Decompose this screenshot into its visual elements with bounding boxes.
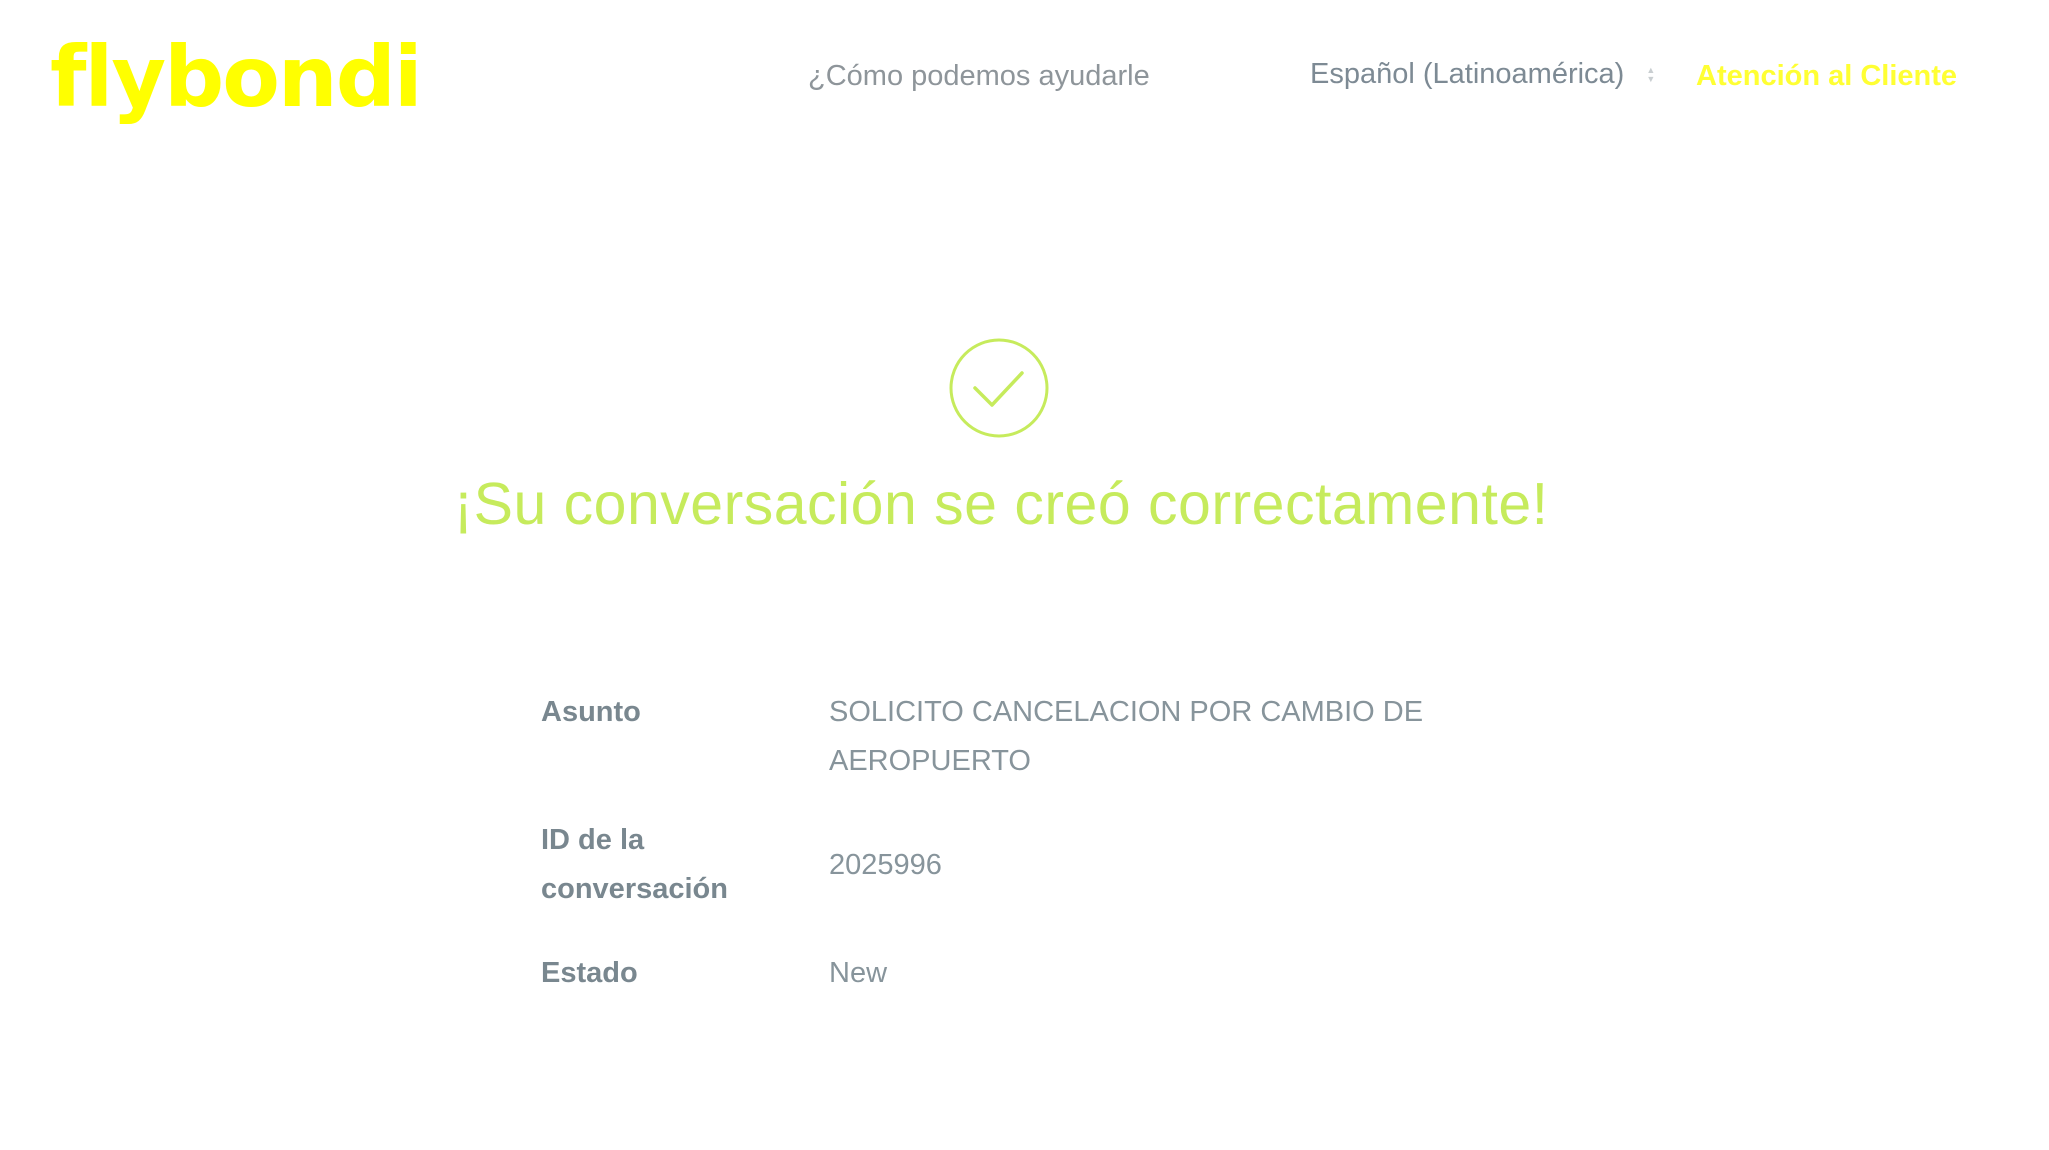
customer-support-link[interactable]: Atención al Cliente — [1696, 60, 1957, 93]
sort-arrows-icon: ▲ ▼ — [1646, 64, 1656, 84]
detail-row-id: ID de la conversación 2025996 — [541, 816, 1491, 949]
detail-row-subject: Asunto SOLICITO CANCELACION POR CAMBIO D… — [541, 688, 1491, 816]
help-link[interactable]: ¿Cómo podemos ayudarle — [808, 60, 1150, 93]
conversation-id-value: 2025996 — [829, 849, 942, 881]
conversation-details: Asunto SOLICITO CANCELACION POR CAMBIO D… — [541, 688, 1491, 1009]
site-header: flybondi ¿Cómo podemos ayudarle Español … — [0, 0, 2049, 160]
conversation-id-label: ID de la conversación — [541, 824, 728, 905]
subject-label: Asunto — [541, 696, 641, 728]
success-title: ¡Su conversación se creó correctamente! — [453, 471, 1549, 537]
language-select[interactable]: Español (Latinoamérica) ▲ ▼ — [1310, 58, 1655, 91]
subject-value: SOLICITO CANCELACION POR CAMBIO DE AEROP… — [829, 696, 1424, 777]
status-value: New — [829, 957, 888, 989]
check-circle-icon — [949, 338, 1049, 438]
status-label: Estado — [541, 957, 638, 989]
page: flybondi ¿Cómo podemos ayudarle Español … — [0, 0, 2049, 1150]
language-select-value: Español (Latinoamérica) — [1310, 58, 1625, 90]
detail-row-status: Estado New — [541, 949, 1491, 1009]
flybondi-logo[interactable]: flybondi — [50, 32, 423, 122]
